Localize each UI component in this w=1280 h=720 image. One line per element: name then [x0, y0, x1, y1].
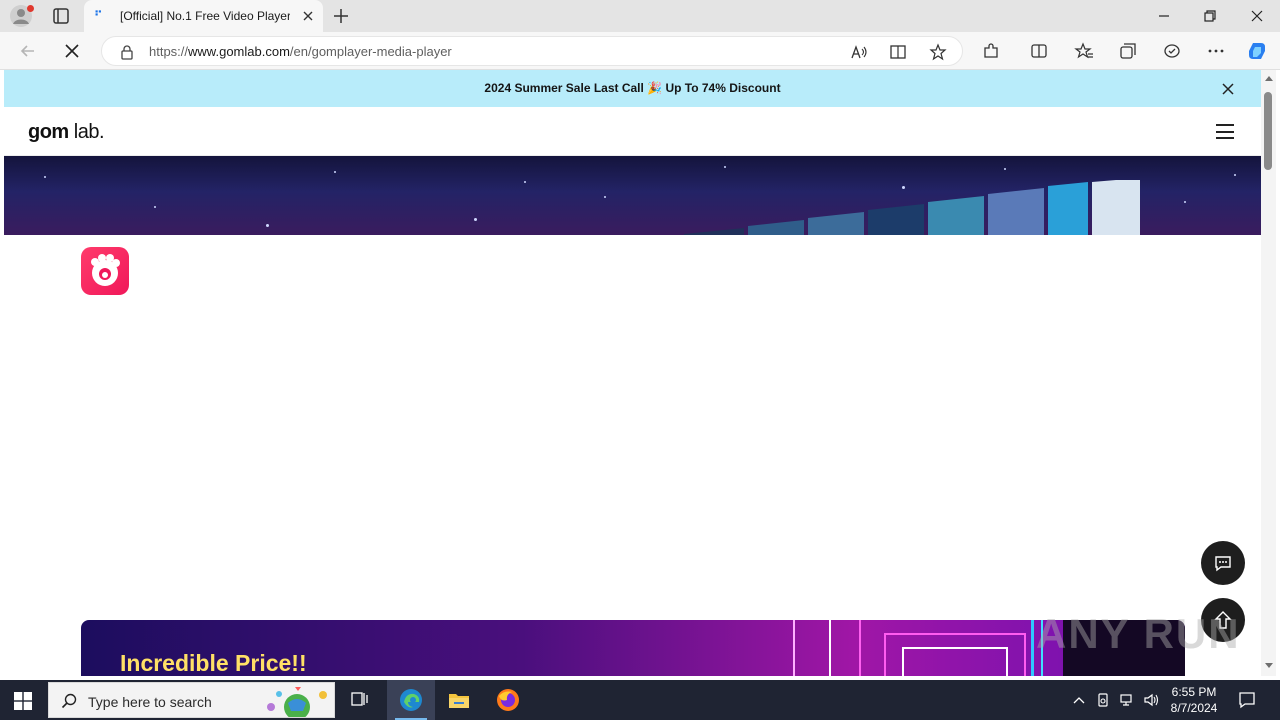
tab-close-icon[interactable] — [301, 9, 315, 23]
hero-banner — [4, 156, 1261, 235]
taskbar-search-box[interactable]: Type here to search — [48, 682, 335, 718]
immersive-reader-icon[interactable] — [889, 43, 907, 61]
folder-icon — [449, 694, 469, 708]
chat-bubble-icon — [1215, 556, 1231, 572]
copilot-icon[interactable] — [1247, 41, 1267, 61]
windows-start-icon[interactable] — [14, 692, 32, 710]
anyrun-watermark: ANY RUN — [1036, 610, 1241, 657]
page-viewport: 2024 Summer Sale Last Call 🎉 Up To 74% D… — [4, 70, 1261, 676]
search-highlight-illustration — [267, 687, 327, 717]
device-tray-icon[interactable] — [1095, 692, 1111, 708]
taskbar-file-explorer[interactable] — [435, 680, 483, 720]
video-thumbnails-graphic — [684, 180, 1140, 235]
favorites-icon[interactable] — [1074, 41, 1094, 61]
site-header: gom lab. — [4, 107, 1261, 156]
logo-lab-text: lab. — [73, 121, 105, 143]
promo-text[interactable]: 2024 Summer Sale Last Call 🎉 Up To 74% D… — [4, 81, 1261, 95]
page-scrollbar[interactable] — [1261, 70, 1276, 676]
scrollbar-thumb[interactable] — [1264, 92, 1272, 170]
clock-date: 8/7/2024 — [1170, 701, 1218, 715]
tab-active[interactable]: ⠋ [Official] No.1 Free Video Player: GOM… — [84, 0, 323, 32]
gomlab-logo[interactable]: gom lab. — [28, 121, 105, 145]
network-icon[interactable] — [1119, 692, 1135, 708]
chat-button[interactable] — [1201, 541, 1245, 585]
restore-icon[interactable] — [1202, 8, 1218, 24]
logo-gom-text: gom — [28, 121, 69, 143]
search-icon — [61, 693, 77, 709]
browser-essentials-icon[interactable] — [1162, 41, 1182, 61]
url-text[interactable]: https://www.gomlab.com/en/gomplayer-medi… — [149, 44, 452, 59]
notification-center-icon[interactable] — [1238, 691, 1256, 709]
taskbar-edge[interactable] — [387, 680, 435, 720]
search-placeholder: Type here to search — [88, 694, 212, 710]
show-hidden-icons-chevron-icon[interactable] — [1071, 692, 1087, 708]
collections-icon[interactable] — [1118, 41, 1138, 61]
task-view-button[interactable] — [336, 680, 384, 720]
promo-banner[interactable]: 2024 Summer Sale Last Call 🎉 Up To 74% D… — [4, 70, 1261, 107]
minimize-icon[interactable] — [1156, 8, 1172, 24]
scroll-up-arrow-icon[interactable] — [1265, 76, 1273, 81]
browser-toolbar: https://www.gomlab.com/en/gomplayer-medi… — [0, 32, 1280, 70]
lock-icon[interactable] — [119, 44, 135, 60]
taskbar-clock[interactable]: 6:55 PM 8/7/2024 — [1160, 684, 1228, 716]
edge-icon — [400, 689, 422, 711]
address-bar[interactable]: https://www.gomlab.com/en/gomplayer-medi… — [101, 36, 963, 66]
split-screen-icon[interactable] — [1029, 41, 1049, 61]
clock-time: 6:55 PM — [1171, 685, 1217, 699]
tab-actions-icon[interactable] — [51, 6, 71, 26]
extensions-icon[interactable] — [981, 41, 1001, 61]
task-view-icon — [351, 692, 368, 706]
volume-icon[interactable] — [1143, 692, 1159, 708]
browser-tab-bar: ⠋ [Official] No.1 Free Video Player: GOM… — [0, 0, 1280, 32]
new-tab-icon[interactable] — [331, 6, 351, 26]
read-aloud-icon[interactable] — [850, 43, 868, 61]
url-scheme: https:// — [149, 44, 189, 59]
gomplayer-app-icon — [81, 247, 129, 295]
firefox-icon — [497, 689, 519, 711]
tab-loading-icon: ⠋ — [94, 10, 103, 22]
profile-notification-dot — [27, 5, 34, 12]
price-banner-title: Incredible Price!! — [120, 650, 307, 676]
more-options-icon[interactable] — [1206, 41, 1226, 61]
hamburger-menu-icon[interactable] — [1216, 124, 1234, 139]
stop-loading-icon[interactable] — [62, 41, 82, 61]
tab-title: [Official] No.1 Free Video Player: GOM P… — [120, 9, 290, 23]
url-path: /en/gomplayer-media-player — [289, 44, 452, 59]
price-promo-banner[interactable]: Incredible Price!! — [81, 620, 1185, 676]
back-icon[interactable] — [18, 41, 38, 61]
favorite-star-icon[interactable] — [929, 43, 947, 61]
windows-taskbar: Type here to search 6:55 PM 8/7/2024 — [0, 680, 1280, 720]
taskbar-firefox[interactable] — [484, 680, 532, 720]
url-domain: www.gomlab.com — [188, 44, 290, 59]
close-window-icon[interactable] — [1249, 8, 1265, 24]
close-icon[interactable] — [1221, 82, 1235, 96]
scroll-down-arrow-icon[interactable] — [1265, 663, 1273, 668]
